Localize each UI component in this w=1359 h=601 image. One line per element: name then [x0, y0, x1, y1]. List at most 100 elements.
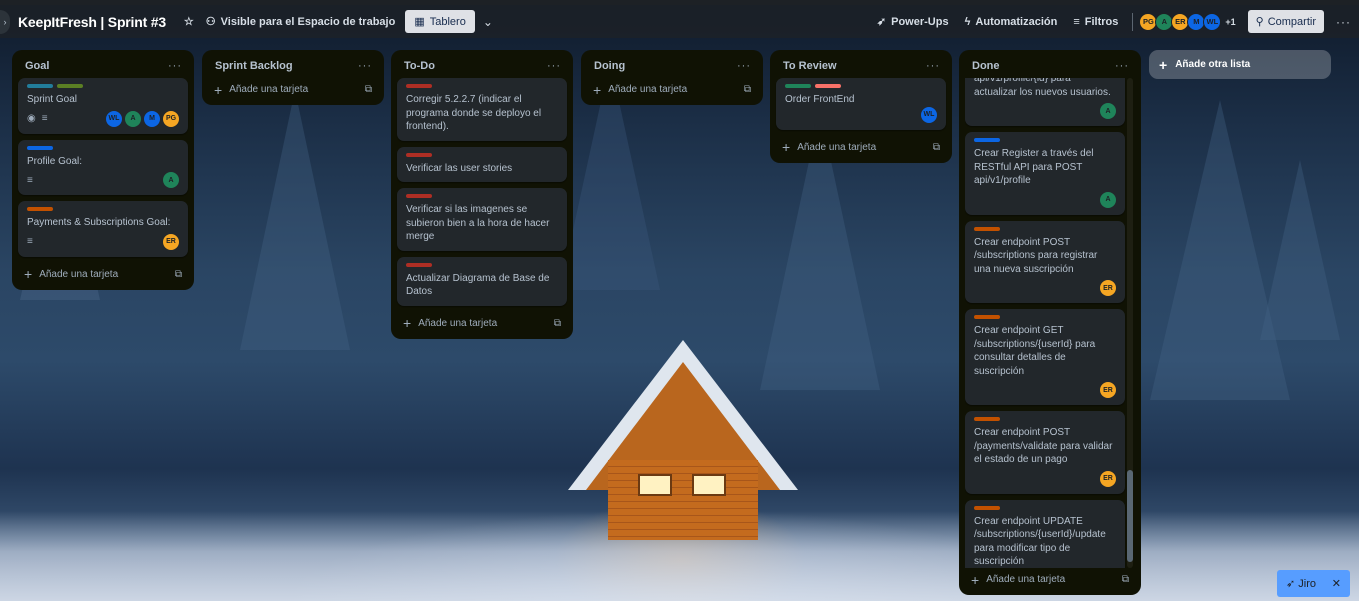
card-sprint-goal[interactable]: Sprint Goal ◉ ≡ WL A M PG — [18, 78, 188, 134]
avatar[interactable]: ER — [1100, 280, 1116, 296]
powerups-button[interactable]: ➶ Power-Ups — [871, 11, 955, 32]
list-menu-icon[interactable]: ··· — [358, 60, 372, 72]
jiro-widget[interactable]: ➶ Jiro ✕ — [1277, 570, 1350, 597]
plus-icon: + — [403, 315, 412, 331]
label[interactable] — [406, 194, 432, 198]
label[interactable] — [815, 84, 841, 88]
list-title[interactable]: Sprint Backlog — [215, 60, 293, 72]
share-button[interactable]: ⚲ Compartir — [1247, 10, 1324, 33]
template-icon[interactable]: ⧉ — [744, 84, 751, 95]
list-title[interactable]: To Review — [783, 60, 837, 72]
label[interactable] — [27, 207, 53, 211]
automation-button[interactable]: ϟ Automatización — [959, 12, 1064, 32]
avatar[interactable]: PG — [163, 110, 179, 127]
add-card-button[interactable]: + Añade una tarjeta — [24, 266, 118, 282]
label[interactable] — [974, 138, 1000, 142]
view-switcher-button[interactable]: ▦ Tablero — [405, 10, 475, 33]
card-todo[interactable]: Corregir 5.2.2.7 (indicar el programa do… — [397, 78, 567, 141]
add-list-button[interactable]: + Añade otra lista — [1149, 50, 1331, 79]
avatar[interactable]: M — [144, 110, 160, 127]
card-done[interactable]: Crear endpoint UPDATE /subscriptions/{us… — [965, 499, 1125, 568]
list-to-review: To Review ··· Order FrontEnd WL + Añade u… — [770, 50, 952, 163]
card-title: Crear endpoint POST /subscriptions para … — [974, 236, 1098, 275]
template-icon[interactable]: ⧉ — [365, 84, 372, 95]
avatar[interactable]: ER — [163, 233, 179, 250]
plus-icon: + — [24, 266, 33, 282]
label[interactable] — [974, 417, 1000, 421]
card-done[interactable]: Crear endpoint POST /subscriptions para … — [965, 220, 1125, 303]
add-card-button[interactable]: + Añade una tarjeta — [403, 315, 497, 331]
avatar[interactable]: WL — [1203, 12, 1222, 31]
label[interactable] — [974, 315, 1000, 319]
add-card-button[interactable]: + Añade una tarjeta — [593, 83, 687, 97]
visibility-button[interactable]: ⚇ Visible para el Espacio de trabajo — [200, 11, 402, 32]
add-card-label: Añade una tarjeta — [986, 574, 1066, 585]
template-icon[interactable]: ⧉ — [1122, 574, 1129, 585]
label[interactable] — [27, 84, 53, 88]
add-card-button[interactable]: + Añade una tarjeta — [971, 573, 1066, 587]
divider — [1132, 12, 1134, 31]
sidebar-toggle[interactable]: › — [0, 9, 10, 34]
template-icon[interactable]: ⧉ — [175, 269, 182, 280]
card-todo[interactable]: Actualizar Diagrama de Base de Datos — [397, 256, 567, 306]
jiro-label: Jiro — [1298, 578, 1317, 590]
list-title[interactable]: Done — [972, 60, 1000, 72]
template-icon[interactable]: ⧉ — [933, 142, 940, 153]
avatar[interactable]: WL — [921, 106, 937, 123]
board-title[interactable]: KeepItFresh | Sprint #3 — [18, 14, 166, 30]
card-profile-goal[interactable]: Profile Goal: ≡ A — [18, 139, 188, 195]
list-menu-icon[interactable]: ··· — [1115, 60, 1129, 72]
list-menu-icon[interactable]: ··· — [737, 60, 751, 72]
list-title[interactable]: Doing — [594, 60, 625, 72]
list-menu-icon[interactable]: ··· — [926, 60, 940, 72]
card-todo[interactable]: Verificar las user stories — [397, 146, 567, 182]
label[interactable] — [974, 505, 1000, 510]
chevron-down-icon[interactable]: ⌄ — [483, 15, 493, 29]
card-order-frontend[interactable]: Order FrontEnd WL — [776, 78, 946, 130]
card-title: Verificar si las imagenes se subieron bi… — [406, 204, 550, 242]
star-button[interactable]: ☆ — [178, 11, 200, 32]
card-todo[interactable]: Verificar si las imagenes se subieron bi… — [397, 188, 567, 251]
label[interactable] — [406, 262, 432, 267]
list-cards-scroll[interactable]: api/v1/profile/{id} para actualizar los … — [965, 78, 1135, 568]
filters-button[interactable]: ≡ Filtros — [1067, 12, 1124, 32]
avatar[interactable]: ER — [1100, 382, 1116, 398]
avatar[interactable]: A — [125, 110, 141, 127]
label[interactable] — [27, 145, 53, 150]
plus-icon: + — [782, 139, 791, 155]
avatar[interactable]: A — [163, 172, 179, 188]
label[interactable] — [785, 84, 811, 88]
add-card-label: Añade una tarjeta — [797, 141, 877, 153]
avatar[interactable]: WL — [106, 110, 122, 127]
avatar[interactable]: ER — [1100, 470, 1116, 487]
card-done[interactable]: Crear endpoint GET /subscriptions/{userI… — [965, 309, 1125, 405]
scrollbar-thumb[interactable] — [1127, 470, 1133, 562]
board-icon: ▦ — [414, 16, 425, 28]
list-scrollbar[interactable] — [1127, 78, 1133, 568]
list-title[interactable]: To-Do — [404, 60, 435, 72]
close-icon[interactable]: ✕ — [1332, 577, 1341, 590]
more-icon[interactable]: ··· — [1336, 15, 1351, 29]
avatar[interactable]: A — [1100, 103, 1116, 119]
more-members-count[interactable]: +1 — [1225, 17, 1235, 27]
label[interactable] — [406, 84, 432, 88]
template-icon[interactable]: ⧉ — [554, 318, 561, 329]
list-menu-icon[interactable]: ··· — [168, 60, 182, 72]
list-title[interactable]: Goal — [25, 60, 49, 72]
label[interactable] — [57, 84, 83, 88]
description-icon: ≡ — [27, 236, 33, 247]
list-menu-icon[interactable]: ··· — [547, 60, 561, 72]
add-card-button[interactable]: + Añade una tarjeta — [214, 83, 308, 97]
jiro-icon: ➶ — [1286, 578, 1296, 590]
rocket-icon: ➶ — [876, 16, 887, 28]
label[interactable] — [406, 152, 432, 157]
add-card-button[interactable]: + Añade una tarjeta — [782, 139, 877, 155]
label[interactable] — [974, 226, 1000, 231]
card-done[interactable]: api/v1/profile/{id} para actualizar los … — [965, 78, 1125, 126]
card-done[interactable]: Crear endpoint POST /payments/validate p… — [965, 411, 1125, 494]
powerups-label: Power-Ups — [891, 15, 949, 28]
star-icon: ☆ — [183, 16, 194, 28]
card-done[interactable]: Crear Register a través del RESTful API … — [965, 132, 1125, 215]
avatar[interactable]: A — [1100, 191, 1116, 208]
card-payments-goal[interactable]: Payments & Subscriptions Goal: ≡ ER — [18, 201, 188, 257]
